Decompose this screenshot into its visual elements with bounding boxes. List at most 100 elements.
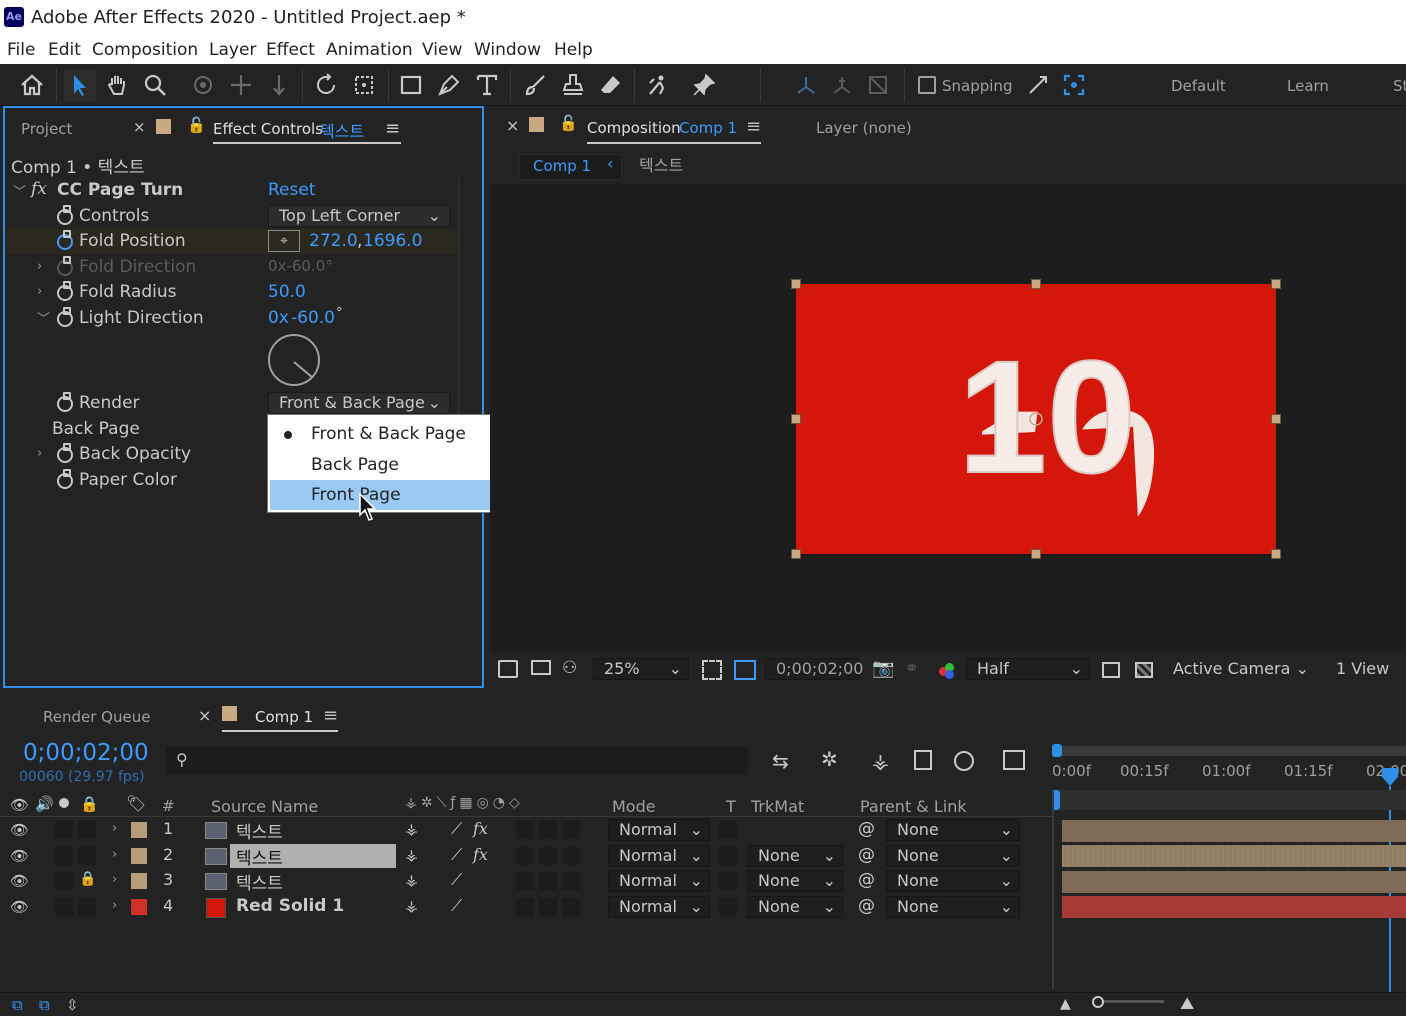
- type-tool-icon[interactable]: [471, 69, 503, 101]
- shy-switch-icon[interactable]: ⚶: [405, 897, 418, 915]
- stopwatch-icon[interactable]: [57, 281, 73, 301]
- toggle-in-out-icon[interactable]: ⇳: [66, 996, 79, 1014]
- render-option-front-back[interactable]: Front & Back Page: [270, 419, 527, 449]
- tab-composition[interactable]: Composition: [587, 119, 681, 137]
- eraser-tool-icon[interactable]: [595, 69, 627, 101]
- comp-mini-flowchart-icon[interactable]: ⇆: [772, 749, 789, 773]
- expand-chevron-icon[interactable]: ›: [112, 821, 117, 836]
- layer-name[interactable]: Red Solid 1: [236, 896, 344, 916]
- menu-composition[interactable]: Composition: [92, 40, 198, 60]
- expand-chevron-icon[interactable]: ›: [37, 259, 42, 274]
- layer-row-1[interactable]: 👁 › 1 텍스트 ⚶ ⟋ fx Normal ⌄ @ None ⌄: [0, 818, 1052, 843]
- solo-toggle[interactable]: [55, 872, 73, 890]
- comp-nav-layer[interactable]: 텍스트: [639, 152, 683, 176]
- mask-visibility-icon[interactable]: ⚇: [562, 658, 577, 678]
- pick-whip-icon[interactable]: @: [858, 870, 875, 890]
- render-option-back-page[interactable]: Back Page: [270, 450, 527, 480]
- composition-canvas[interactable]: 10 10: [796, 284, 1276, 570]
- expand-chevron-icon[interactable]: ›: [112, 847, 117, 862]
- switch-cell[interactable]: [539, 872, 557, 890]
- solo-toggle[interactable]: [55, 898, 73, 916]
- panel-menu-icon[interactable]: ≡: [746, 116, 761, 137]
- quality-switch-icon[interactable]: ⟋: [451, 896, 462, 916]
- comp-nav-comp[interactable]: Comp 1: [533, 157, 591, 175]
- zoom-slider-knob[interactable]: [1092, 996, 1104, 1008]
- pick-whip-icon[interactable]: @: [858, 845, 875, 865]
- expand-chevron-icon[interactable]: ›: [112, 872, 117, 887]
- switch-cell[interactable]: [562, 872, 580, 890]
- light-direction-degrees[interactable]: -60.0: [291, 308, 335, 328]
- layer-label-color[interactable]: [131, 873, 147, 889]
- pan-behind-tool-icon[interactable]: [348, 69, 380, 101]
- tab-render-queue[interactable]: Render Queue: [43, 708, 150, 726]
- always-preview-icon[interactable]: [498, 660, 518, 678]
- layer-name[interactable]: 텍스트: [236, 818, 283, 843]
- shy-layers-icon[interactable]: ⚶: [872, 749, 889, 773]
- tab-layer[interactable]: Layer (none): [816, 119, 912, 137]
- tab-layer-name[interactable]: 텍스트: [320, 118, 364, 142]
- layer-name[interactable]: 텍스트: [236, 869, 283, 894]
- graph-editor-icon[interactable]: [1003, 750, 1025, 770]
- navigator-bar[interactable]: [1052, 790, 1406, 810]
- timecode-display[interactable]: 0;00;02;00: [765, 658, 863, 680]
- pick-whip-icon[interactable]: @: [858, 896, 875, 916]
- snap-features-icon[interactable]: [1058, 69, 1090, 101]
- transform-handle[interactable]: [791, 414, 801, 424]
- preserve-transparency-toggle[interactable]: [719, 898, 737, 916]
- fx-switch-icon[interactable]: fx: [473, 819, 488, 838]
- fold-radius-value[interactable]: 50.0: [268, 282, 306, 302]
- tab-comp-name[interactable]: Comp 1: [679, 119, 737, 137]
- expand-chevron-icon[interactable]: ›: [37, 284, 42, 299]
- lock-icon[interactable]: 🔓: [187, 116, 206, 134]
- transform-handle[interactable]: [1031, 279, 1041, 289]
- switch-cell[interactable]: [516, 847, 534, 865]
- puppet-pin-tool-icon[interactable]: [688, 69, 720, 101]
- hand-tool-icon[interactable]: [101, 69, 133, 101]
- color-channels-icon[interactable]: [939, 663, 955, 679]
- shy-switch-icon[interactable]: ⚶: [405, 846, 418, 864]
- resolution-dropdown[interactable]: Half ⌄: [966, 658, 1090, 680]
- transform-handle[interactable]: [791, 279, 801, 289]
- transform-handle[interactable]: [791, 549, 801, 559]
- draft-3d-icon[interactable]: ✲: [821, 747, 838, 771]
- transform-handle[interactable]: [1271, 279, 1281, 289]
- selection-tool-icon[interactable]: [64, 69, 96, 101]
- view-layout-dropdown[interactable]: 1 View: [1325, 658, 1406, 680]
- blend-mode-dropdown[interactable]: Normal ⌄: [608, 845, 710, 867]
- snapping-checkbox[interactable]: [918, 76, 936, 94]
- motion-blur-icon[interactable]: [954, 751, 974, 771]
- panel-menu-icon[interactable]: ≡: [323, 705, 338, 726]
- fold-position-y[interactable]: 1696.0: [363, 231, 422, 251]
- eye-icon[interactable]: 👁: [10, 821, 29, 839]
- workspace-default[interactable]: Default: [1171, 77, 1226, 95]
- crosshair-point-icon[interactable]: ⌖: [268, 230, 300, 252]
- toggle-transfer-controls-icon[interactable]: ⧉: [39, 996, 50, 1014]
- menu-effect[interactable]: Effect: [266, 40, 315, 60]
- render-option-front-page[interactable]: Front Page: [270, 480, 527, 510]
- home-icon[interactable]: [16, 69, 48, 101]
- blend-mode-dropdown[interactable]: Normal ⌄: [608, 819, 710, 841]
- switch-cell[interactable]: [562, 847, 580, 865]
- timeline-zoom-slider[interactable]: [1094, 1000, 1164, 1003]
- switch-cell[interactable]: [539, 847, 557, 865]
- eye-icon[interactable]: 👁: [10, 847, 29, 865]
- playhead-handle[interactable]: [1382, 768, 1398, 786]
- stopwatch-icon[interactable]: [57, 256, 73, 276]
- expand-chevron-icon[interactable]: ﹀: [37, 308, 50, 327]
- frame-blending-icon[interactable]: [914, 750, 932, 770]
- lock-icon[interactable]: 🔓: [559, 114, 578, 132]
- stopwatch-icon[interactable]: [57, 307, 73, 327]
- shy-switch-icon[interactable]: ⚶: [405, 820, 418, 838]
- layer-label-color[interactable]: [131, 848, 147, 864]
- local-axis-mode-icon[interactable]: [790, 69, 822, 101]
- layer-row-3[interactable]: 👁 🔒 › 3 텍스트 ⚶ ⟋ Normal ⌄ None ⌄ @ None ⌄: [0, 869, 1052, 894]
- rectangle-tool-icon[interactable]: [395, 69, 427, 101]
- shy-switch-icon[interactable]: ⚶: [405, 871, 418, 889]
- render-dropdown[interactable]: Front & Back Page ⌄: [268, 392, 450, 414]
- parent-dropdown[interactable]: None ⌄: [886, 870, 1020, 892]
- switch-cell[interactable]: [539, 821, 557, 839]
- tab-comp[interactable]: Comp 1: [255, 708, 313, 726]
- reset-link[interactable]: Reset: [268, 180, 316, 200]
- transform-handle[interactable]: [1271, 414, 1281, 424]
- quality-switch-icon[interactable]: ⟋: [451, 870, 462, 890]
